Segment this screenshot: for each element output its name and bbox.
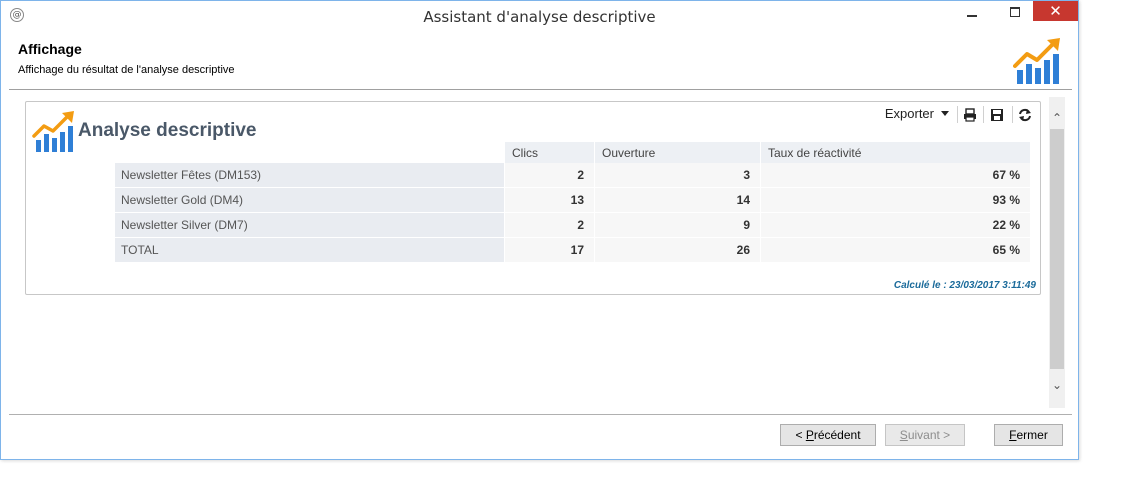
scroll-down-button[interactable]: ⌄: [1049, 377, 1065, 394]
row-label: Newsletter Fêtes (DM153): [115, 163, 505, 188]
column-header-taux: Taux de réactivité: [760, 142, 1030, 163]
previous-button-label: récédent: [813, 428, 861, 442]
cell-ouverture: 14: [594, 187, 761, 213]
close-window-button[interactable]: ✕: [1033, 1, 1078, 21]
cell-clics: 2: [504, 212, 595, 238]
close-button-label: ermer: [1016, 428, 1048, 442]
table-total-row: TOTAL 17 26 65 %: [115, 237, 1030, 263]
close-button-mnemonic: F: [1009, 428, 1017, 442]
report-title: Analyse descriptive: [78, 120, 257, 141]
toolbar-divider: [957, 106, 958, 123]
table-header-row: Clics Ouverture Taux de réactivité: [115, 142, 1030, 163]
page-subtitle: Affichage du résultat de l'analyse descr…: [18, 64, 235, 76]
cell-ouverture: 26: [594, 237, 761, 263]
vertical-scrollbar[interactable]: ⌃ ⌄: [1049, 97, 1065, 408]
dialog-window: @ Assistant d'analyse descriptive ✕ Affi…: [0, 0, 1079, 460]
table-row: Newsletter Gold (DM4) 13 14 93 %: [115, 187, 1030, 213]
refresh-icon[interactable]: [1017, 107, 1033, 123]
dropdown-caret-icon[interactable]: [941, 111, 949, 116]
cell-taux: 67 %: [760, 163, 1030, 188]
table-row: Newsletter Silver (DM7) 2 9 22 %: [115, 212, 1030, 238]
cell-ouverture: 9: [594, 212, 761, 238]
toolbar-divider: [983, 106, 984, 123]
wizard-header: Affichage Affichage du résultat de l'ana…: [9, 32, 1072, 90]
window-title: Assistant d'analyse descriptive: [423, 8, 656, 26]
cell-taux: 22 %: [760, 212, 1030, 238]
cell-taux: 93 %: [760, 187, 1030, 213]
toolbar-divider: [1012, 106, 1013, 123]
footer-divider: [9, 414, 1072, 415]
next-button[interactable]: Suivant >: [885, 424, 965, 446]
print-icon[interactable]: [962, 107, 978, 123]
previous-button-mnemonic: P: [805, 428, 814, 442]
cell-clics: 13: [504, 187, 595, 213]
next-button-label: uivant >: [907, 428, 951, 442]
computed-timestamp: Calculé le : 23/03/2017 3:11:49: [893, 280, 1036, 291]
cell-clics: 2: [504, 163, 595, 188]
cell-taux: 65 %: [760, 237, 1030, 263]
export-button[interactable]: Exporter: [885, 106, 934, 121]
title-bar[interactable]: @ Assistant d'analyse descriptive ✕: [1, 1, 1078, 32]
row-label: TOTAL: [115, 237, 505, 263]
chart-growth-icon: [1013, 38, 1060, 84]
chart-growth-icon: [32, 111, 74, 152]
save-icon[interactable]: [989, 107, 1005, 123]
previous-button[interactable]: < Précédent: [780, 424, 876, 446]
cell-ouverture: 3: [594, 163, 761, 188]
row-label: Newsletter Silver (DM7): [115, 212, 505, 238]
table-row: Newsletter Fêtes (DM153) 2 3 67 %: [115, 163, 1030, 188]
next-button-mnemonic: S: [899, 428, 908, 442]
row-label: Newsletter Gold (DM4): [115, 187, 505, 213]
close-button[interactable]: Fermer: [994, 424, 1063, 446]
scroll-up-button[interactable]: ⌃: [1049, 110, 1065, 127]
previous-button-prefix: <: [795, 428, 806, 442]
cell-clics: 17: [504, 237, 595, 263]
page-title: Affichage: [18, 41, 82, 57]
results-table: Clics Ouverture Taux de réactivité Newsl…: [115, 142, 1030, 263]
minimize-button[interactable]: [958, 1, 985, 23]
content-area: Exporter Analyse descriptive Clics Ouver…: [9, 94, 1067, 407]
table-header-blank: [115, 142, 505, 163]
maximize-button[interactable]: [1001, 1, 1028, 23]
report-panel: Exporter Analyse descriptive Clics Ouver…: [25, 101, 1041, 295]
column-header-clics: Clics: [504, 142, 595, 163]
column-header-ouverture: Ouverture: [594, 142, 761, 163]
scroll-thumb[interactable]: [1050, 129, 1064, 369]
